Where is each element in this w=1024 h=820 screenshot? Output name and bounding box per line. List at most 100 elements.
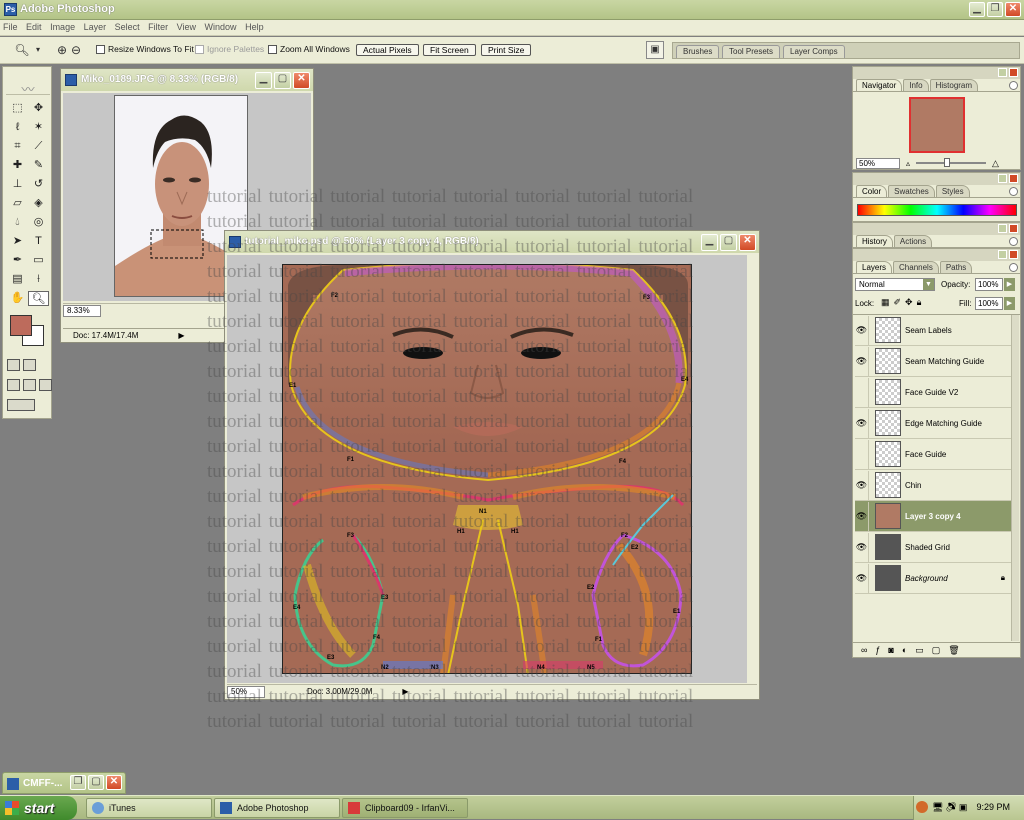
panel-menu-icon[interactable] [1009,81,1018,90]
screen-mode-full-icon[interactable] [39,379,52,391]
maximize-button[interactable]: ▢ [88,775,104,790]
status-arrow-icon[interactable]: ▶ [402,687,408,696]
zoom-out-small-icon[interactable]: ▵ [906,159,910,168]
preset-dropdown-icon[interactable]: ▾ [30,42,46,58]
layer-row-face-guide-v2[interactable]: Face Guide V2 [855,377,1011,408]
brush-tool-icon[interactable]: ✎ [28,158,49,173]
layer-row-seam-matching-guide[interactable]: 👁︎ Seam Matching Guide [855,346,1011,377]
layer-row-seam-labels[interactable]: 👁︎ Seam Labels [855,315,1011,346]
dodge-tool-icon[interactable]: ◎ [28,215,49,230]
palette-menu-icon[interactable]: ▣ [646,41,664,59]
quick-mask-icon[interactable] [23,359,36,371]
healing-brush-icon[interactable]: ✚ [7,158,28,173]
slice-tool-icon[interactable]: ⟋ [28,139,49,154]
restore-button[interactable]: ❐ [70,775,86,790]
lasso-tool-icon[interactable]: ℓ [7,120,28,135]
layer-row-face-guide[interactable]: Face Guide [855,439,1011,470]
print-size-button[interactable]: Print Size [481,44,532,56]
tab-swatches[interactable]: Swatches [888,185,935,197]
shape-tool-icon[interactable]: ▭ [28,253,49,268]
doc-maximize-button[interactable]: ▢ [274,72,291,89]
opacity-arrow-icon[interactable]: ▶ [1004,278,1015,291]
brushes-tab[interactable]: Brushes [676,45,720,58]
eye-icon[interactable]: 👁︎ [855,501,869,531]
hand-tool-icon[interactable]: ✋ [7,291,28,306]
type-tool-icon[interactable]: T [28,234,49,249]
eyedropper-icon[interactable]: ⟊ [28,272,49,287]
eye-icon[interactable]: 👁︎ [855,563,869,593]
panel-close-icon[interactable] [1009,68,1018,77]
menu-select[interactable]: Select [112,20,143,34]
stamp-tool-icon[interactable]: ⊥ [7,177,28,192]
actual-pixels-button[interactable]: Actual Pixels [356,44,419,56]
layer-comps-tab[interactable]: Layer Comps [783,45,845,58]
panel-minimize-icon[interactable] [998,68,1007,77]
doc-minimize-button[interactable]: ▁ [255,72,272,89]
minimized-window[interactable]: CMFF-... ❐ ▢ ✕ [2,772,126,794]
panel-minimize-icon[interactable] [998,174,1007,183]
layer-row-edge-matching-guide[interactable]: 👁︎ Edge Matching Guide [855,408,1011,439]
menu-layer[interactable]: Layer [81,20,110,34]
visibility-toggle[interactable] [855,439,869,469]
tab-paths[interactable]: Paths [939,261,973,273]
eye-icon[interactable]: 👁︎ [855,346,869,376]
zoom-slider[interactable] [916,158,987,167]
panel-close-icon[interactable] [1009,174,1018,183]
layer-row-layer-3-copy-4[interactable]: 👁︎ Layer 3 copy 4 [855,501,1011,532]
tool-presets-tab[interactable]: Tool Presets [722,45,781,58]
status-arrow-icon[interactable]: ▶ [178,331,184,340]
doc-minimize-button[interactable]: ▁ [701,234,718,251]
panel-minimize-icon[interactable] [998,250,1007,259]
marquee-tool-icon[interactable]: ⬚ [7,101,28,116]
close-button[interactable]: ✕ [106,775,122,790]
panel-close-icon[interactable] [1009,250,1018,259]
screen-mode-full-menu-icon[interactable] [23,379,36,391]
panel-menu-icon[interactable] [1009,237,1018,246]
blend-mode-select[interactable]: Normal ▼ [855,278,935,291]
doc-close-button[interactable]: ✕ [293,72,310,89]
tab-color[interactable]: Color [856,185,888,197]
menu-view[interactable]: View [174,20,199,34]
opacity-field[interactable]: 100% [975,278,1003,291]
crop-tool-icon[interactable]: ⌗ [7,139,28,154]
fill-field[interactable]: 100% [975,297,1003,310]
doc-maximize-button[interactable]: ▢ [720,234,737,251]
zoom-in-small-icon[interactable]: △ [992,158,999,169]
zoom-level-field[interactable]: 50% [227,685,265,698]
feather-logo-icon[interactable]: 〰 [6,79,50,97]
jump-to-imageready-icon[interactable] [7,399,35,411]
restore-button[interactable]: ❐ [987,2,1003,17]
magic-wand-icon[interactable]: ✶ [28,120,49,135]
menu-window[interactable]: Window [202,20,240,34]
zoom-out-icon[interactable]: ⊖ [68,42,84,58]
menu-edit[interactable]: Edit [23,20,45,34]
color-spectrum-ramp[interactable] [857,204,1017,216]
panel-close-icon[interactable] [1009,224,1018,233]
taskbar-item-itunes[interactable]: iTunes [86,798,212,818]
menu-filter[interactable]: Filter [145,20,171,34]
layer-row-background[interactable]: 👁︎ Background 🔒︎ [855,563,1011,594]
eye-icon[interactable]: 👁︎ [855,315,869,345]
tab-actions[interactable]: Actions [893,235,933,247]
vertical-scrollbar[interactable] [747,255,757,683]
fill-arrow-icon[interactable]: ▶ [1004,297,1015,310]
panel-minimize-icon[interactable] [998,224,1007,233]
navigator-thumbnail[interactable] [909,97,965,153]
visibility-toggle[interactable] [855,377,869,407]
panel-menu-icon[interactable] [1009,263,1018,272]
tab-layers[interactable]: Layers [856,261,893,273]
screen-mode-standard-icon[interactable] [7,379,20,391]
face-texture-canvas[interactable]: F2 F3 E1 E4 F1 F4 N1 H1 H1 F3 F2 E3 E2 E… [282,264,692,674]
menu-help[interactable]: Help [242,20,267,34]
tab-info[interactable]: Info [903,79,929,91]
paint-bucket-icon[interactable]: ◈ [28,196,49,211]
minimize-button[interactable]: ▁ [969,2,985,17]
layers-scrollbar[interactable] [1011,315,1019,641]
lock-icons[interactable]: ▦✐✥🔒︎ [881,297,925,308]
fit-screen-button[interactable]: Fit Screen [423,44,476,56]
tab-histogram[interactable]: Histogram [929,79,979,91]
tray-icons[interactable]: 🖥︎🔊︎▣ [932,802,969,813]
layer-row-chin[interactable]: 👁︎ Chin [855,470,1011,501]
resize-windows-checkbox[interactable]: Resize Windows To Fit [96,44,194,54]
zoom-all-windows-checkbox[interactable]: Zoom All Windows [268,44,350,54]
